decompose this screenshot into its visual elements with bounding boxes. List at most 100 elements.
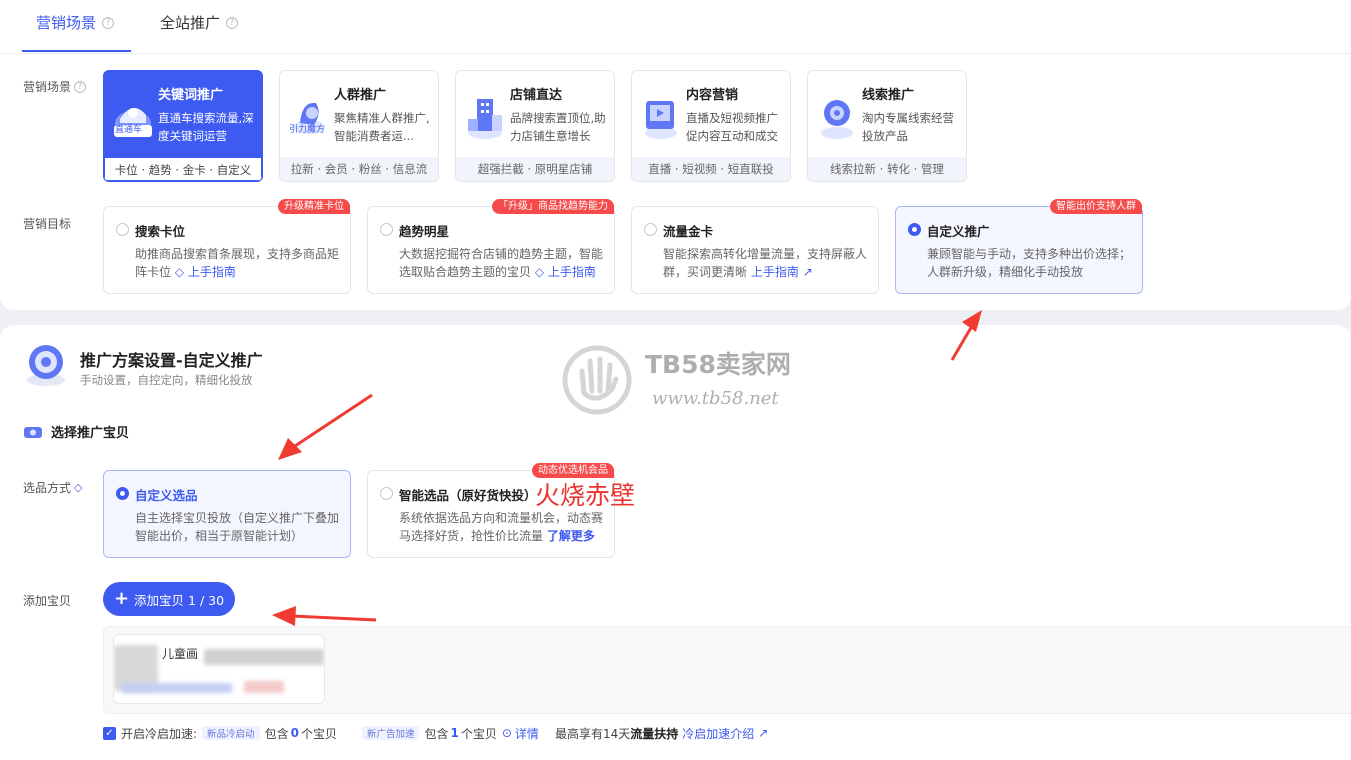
help-icon[interactable]: ? <box>226 16 239 29</box>
more-icon[interactable]: ⊙ <box>502 726 512 740</box>
new-item-tag: 新品冷启动 <box>202 726 260 740</box>
section-title: 选择推广宝贝 <box>51 426 130 441</box>
guide-icon: ◇ <box>174 265 185 279</box>
watermark-url: www.tb58.net <box>652 388 779 409</box>
tab-site-wide[interactable]: 全站推广 ? <box>160 12 239 33</box>
cold-start-intro-link[interactable]: 冷启加速介绍 <box>682 725 754 742</box>
product-icon <box>24 426 42 438</box>
goal-search-slot[interactable]: 升级精准卡位 搜索卡位 助推商品搜索首条展现，支持多商品矩阵卡位 ◇ 上手指南 <box>103 199 351 294</box>
goal-desc: 助推商品搜索首条展现，支持多商品矩阵卡位 ◇ 上手指南 <box>135 245 343 281</box>
label-text: 营销目标 <box>23 217 72 231</box>
help-icon[interactable]: ? <box>74 80 87 93</box>
scene-content-marketing[interactable]: 内容营销 直播及短视频推广促内容互动和成交 直播 · 短视频 · 短直联投 <box>631 70 791 182</box>
watermark-brand: TB58卖家网 <box>645 350 791 379</box>
learn-more-link[interactable]: 了解更多 <box>547 529 595 543</box>
plus-icon: + <box>113 588 130 609</box>
radio-button[interactable] <box>116 223 129 236</box>
pick-custom[interactable]: 自定义选品 自主选择宝贝投放（自定义推广下叠加智能出价，相当于原智能计划） <box>103 470 351 558</box>
pick-title: 智能选品（原好货快投） <box>399 488 537 503</box>
scene-title: 内容营销 <box>686 88 739 103</box>
plan-title: 推广方案设置-自定义推广 <box>80 351 263 370</box>
illustration-label: 直通车 <box>115 125 143 135</box>
count-value: 1 <box>450 726 459 740</box>
item-name: 儿童画 <box>162 647 199 661</box>
goal-trend-star[interactable]: 「升级」商品找趋势能力 趋势明星 大数据挖掘符合店铺的趋势主题，智能选取贴合趋势… <box>367 199 615 294</box>
item-name-mask <box>204 649 324 665</box>
count-suffix: 个宝贝 <box>300 726 337 741</box>
count-suffix: 个宝贝 <box>460 726 497 741</box>
radio-button[interactable] <box>380 487 393 500</box>
help-icon[interactable]: ? <box>102 16 115 29</box>
scene-footer: 直播 · 短视频 · 短直联投 <box>632 157 790 181</box>
count-value: 0 <box>290 726 299 740</box>
selected-item-card[interactable]: 儿童画 <box>113 634 325 704</box>
gear-disc-icon <box>27 345 65 386</box>
scene-desc: 品牌搜索置顶位,助力店铺生意增长 <box>510 111 606 143</box>
goal-desc: 大数据挖掘符合店铺的趋势主题，智能选取贴合趋势主题的宝贝 ◇ 上手指南 <box>399 245 607 281</box>
pick-title: 自定义选品 <box>135 488 198 503</box>
scene-title: 店铺直达 <box>510 88 563 103</box>
scene-desc: 直通车搜索流量,深度关键词运营 <box>158 111 254 143</box>
guide-icon: ◇ <box>534 265 545 279</box>
add-row-label: 添加宝贝 <box>23 592 71 609</box>
guide-link[interactable]: 上手指南 <box>751 265 799 279</box>
add-item-button-label: 添加宝贝 1 / 30 <box>134 592 225 608</box>
radio-button[interactable] <box>644 223 657 236</box>
count-prefix: 包含 <box>424 726 449 741</box>
guide-link[interactable]: 上手指南 <box>548 265 596 279</box>
scene-lead-promo[interactable]: 线索推广 淘内专属线索经营投放产品 线索拉新 · 转化 · 管理 <box>807 70 967 182</box>
add-item-button[interactable]: + 添加宝贝 1 / 30 <box>103 582 235 616</box>
tab-marketing-scene[interactable]: 营销场景 ? <box>36 12 115 33</box>
goal-custom-promo[interactable]: 智能出价支持人群 自定义推广 兼顾智能与手动，支持多种出价选择；人群新升级，精细… <box>895 199 1143 294</box>
pick-row-label: 选品方式 ◇ <box>23 479 82 496</box>
illustration-label: 引力魔方 <box>289 125 326 135</box>
cold-start-row: ✓ 开启冷启加速: 新品冷启动 包含 0 个宝贝 新广告加速 包含 1 个宝贝 … <box>103 724 768 742</box>
label-text: 营销场景 <box>23 80 72 94</box>
guide-link[interactable]: 上手指南 <box>188 265 236 279</box>
building-icon <box>468 99 502 139</box>
scene-title: 关键词推广 <box>158 88 224 103</box>
goal-title: 趋势明星 <box>399 224 450 239</box>
new-ad-tag: 新广告加速 <box>361 726 420 740</box>
scene-footer: 线索拉新 · 转化 · 管理 <box>808 157 966 181</box>
video-screen-icon <box>645 101 677 139</box>
goal-desc-text: 助推商品搜索首条展现，支持多商品矩阵卡位 <box>135 247 340 279</box>
overlay-annotation: 火烧赤壁 <box>535 481 636 510</box>
plan-subtitle: 手动设置，自控定向，精细化投放 <box>80 373 253 387</box>
tag-text: 新广告加速 <box>366 729 415 740</box>
guide-icon[interactable]: ◇ <box>74 481 82 494</box>
scene-title: 线索推广 <box>862 88 915 103</box>
detail-link[interactable]: 详情 <box>515 725 539 742</box>
scene-crowd-promo[interactable]: 引力魔方 人群推广 聚焦精准人群推广,智能消费者运... 拉新 · 会员 · 粉… <box>279 70 439 182</box>
top-tabs: 营销场景 ? 全站推广 ? <box>0 0 1351 54</box>
goal-badge: 升级精准卡位 <box>278 199 350 214</box>
goal-title: 自定义推广 <box>927 224 990 239</box>
scene-store-direct[interactable]: 店铺直达 品牌搜索置顶位,助力店铺生意增长 超强拦截 · 原明星店铺 <box>455 70 615 182</box>
goal-desc: 智能探索高转化增量流量，支持屏蔽人群，买词更清晰 上手指南 ↗ <box>663 245 871 281</box>
goal-desc: 兼顾智能与手动，支持多种出价选择；人群新升级，精细化手动投放 <box>927 247 1132 279</box>
pick-desc: 系统依据选品方向和流量机会，动态赛马选择好货，抢性价比流量 了解更多 <box>399 509 607 545</box>
tag-text: 新品冷启动 <box>207 729 255 740</box>
radio-button[interactable] <box>908 223 921 236</box>
radio-button[interactable] <box>380 223 393 236</box>
scene-keyword-promo[interactable]: 直通车 关键词推广 直通车搜索流量,深度关键词运营 卡位 · 趋势 · 金卡 ·… <box>103 70 263 182</box>
section-select-items: 选择推广宝贝 <box>23 422 129 441</box>
cold-start-label: 开启冷启加速: <box>121 726 198 741</box>
goal-traffic-gold-card[interactable]: 流量金卡 智能探索高转化增量流量，支持屏蔽人群，买词更清晰 上手指南 ↗ <box>631 206 879 294</box>
tab-label: 营销场景 <box>36 14 97 32</box>
scene-footer: 拉新 · 会员 · 粉丝 · 信息流 <box>280 157 438 181</box>
goal-title: 搜索卡位 <box>135 224 186 239</box>
external-link-icon[interactable]: ↗ <box>803 265 813 279</box>
item-action-mask <box>122 683 232 693</box>
watermark-hand-logo <box>562 345 632 415</box>
scene-row-label: 营销场景 ? <box>23 78 87 95</box>
checkbox[interactable]: ✓ <box>103 726 116 740</box>
radio-button[interactable] <box>116 487 129 500</box>
scene-footer: 卡位 · 趋势 · 金卡 · 自定义 <box>104 157 262 181</box>
magnet-icon <box>821 100 853 139</box>
scene-card: 营销场景 ? 全站推广 ? 营销场景 ? 直通车 关键词推广 直通车搜索流量,深… <box>0 0 1351 310</box>
scene-desc: 聚焦精准人群推广,智能消费者运... <box>334 111 430 143</box>
external-link-icon[interactable]: ↗ <box>758 726 768 740</box>
label-text: 选品方式 <box>23 481 72 495</box>
support-note: 最高享有14天 <box>554 726 631 741</box>
